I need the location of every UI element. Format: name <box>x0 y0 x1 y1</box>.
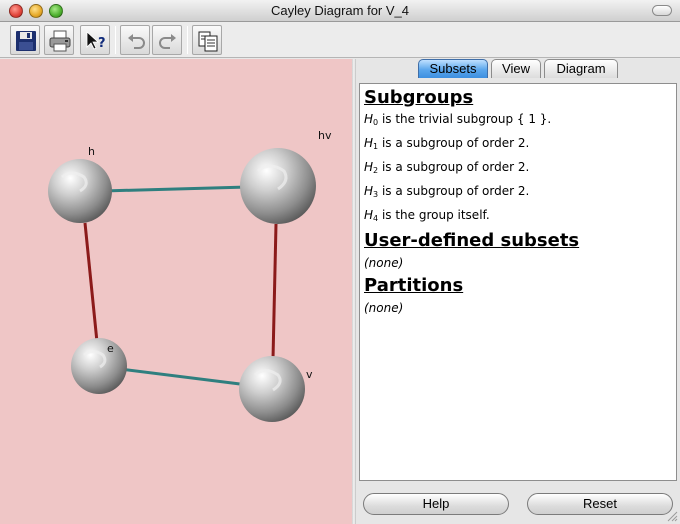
undo-arrow-icon <box>128 34 145 49</box>
subgroups-heading[interactable]: Subgroups <box>364 87 676 109</box>
node-h[interactable] <box>48 159 112 223</box>
user-defined-subsets-value: (none) <box>364 256 404 270</box>
node-e[interactable] <box>71 338 127 394</box>
subgroup-line[interactable]: H0 is the trivial subgroup { 1 }. <box>364 109 676 133</box>
subsets-panel: Subgroups H0 is the trivial subgroup { 1… <box>359 83 677 481</box>
subgroup-name: H <box>364 184 374 198</box>
tab-view[interactable]: View <box>491 59 541 78</box>
printer-icon <box>49 30 71 52</box>
user-defined-subsets-heading[interactable]: User-defined subsets <box>364 230 676 252</box>
subgroup-line[interactable]: H4 is the group itself. <box>364 205 676 229</box>
toolbar-toggle-button[interactable] <box>652 5 672 16</box>
control-panel: Subsets View Diagram Subgroups H0 is the… <box>356 59 680 524</box>
subgroup-description: is a subgroup of order 2. <box>378 160 530 174</box>
edge-hv-v <box>271 223 278 360</box>
toolbar-separator <box>115 26 116 54</box>
edge-h-e <box>83 222 99 343</box>
subgroup-description: is a subgroup of order 2. <box>378 184 530 198</box>
print-button[interactable] <box>44 25 74 55</box>
node-label-v: v <box>306 368 313 381</box>
partitions-heading[interactable]: Partitions <box>364 275 676 297</box>
undo-button[interactable] <box>120 25 150 55</box>
copy-pages-icon <box>198 31 218 52</box>
tab-diagram[interactable]: Diagram <box>544 59 618 78</box>
copy-button[interactable] <box>192 25 222 55</box>
save-button[interactable] <box>10 25 40 55</box>
toolbar: ? <box>0 22 680 58</box>
floppy-disk-icon <box>16 31 36 51</box>
subgroup-description: is a subgroup of order 2. <box>378 136 530 150</box>
subgroup-line[interactable]: H3 is a subgroup of order 2. <box>364 181 676 205</box>
subgroup-name: H <box>364 208 374 222</box>
node-v[interactable] <box>239 356 305 422</box>
redo-arrow-icon <box>159 34 176 49</box>
window-title: Cayley Diagram for V_4 <box>271 3 409 18</box>
svg-text:?: ? <box>98 36 106 51</box>
help-cursor-button[interactable]: ? <box>80 25 110 55</box>
tab-subsets[interactable]: Subsets <box>418 59 488 78</box>
subgroup-name: H <box>364 160 374 174</box>
cayley-diagram-canvas[interactable]: h hv e v <box>0 59 352 524</box>
reset-button[interactable]: Reset <box>527 493 673 515</box>
title-bar: Cayley Diagram for V_4 <box>0 0 680 22</box>
subgroup-name: H <box>364 136 374 150</box>
subgroup-name: H <box>364 112 374 126</box>
redo-button[interactable] <box>152 25 182 55</box>
subgroup-description: is the trivial subgroup { 1 }. <box>378 112 552 126</box>
subgroup-description: is the group itself. <box>378 208 490 222</box>
resize-grip-icon[interactable] <box>667 511 678 522</box>
toolbar-separator <box>187 26 188 54</box>
edge-e-v <box>119 367 249 387</box>
node-label-e: e <box>107 342 114 355</box>
node-label-h: h <box>88 145 95 158</box>
subgroup-line[interactable]: H2 is a subgroup of order 2. <box>364 157 676 181</box>
subgroup-line[interactable]: H1 is a subgroup of order 2. <box>364 133 676 157</box>
help-button[interactable]: Help <box>363 493 509 515</box>
node-hv[interactable] <box>240 148 316 224</box>
edge-h-hv <box>102 185 249 193</box>
help-cursor-icon: ? <box>86 31 106 51</box>
partitions-value: (none) <box>364 301 404 315</box>
node-label-hv: hv <box>318 129 332 142</box>
